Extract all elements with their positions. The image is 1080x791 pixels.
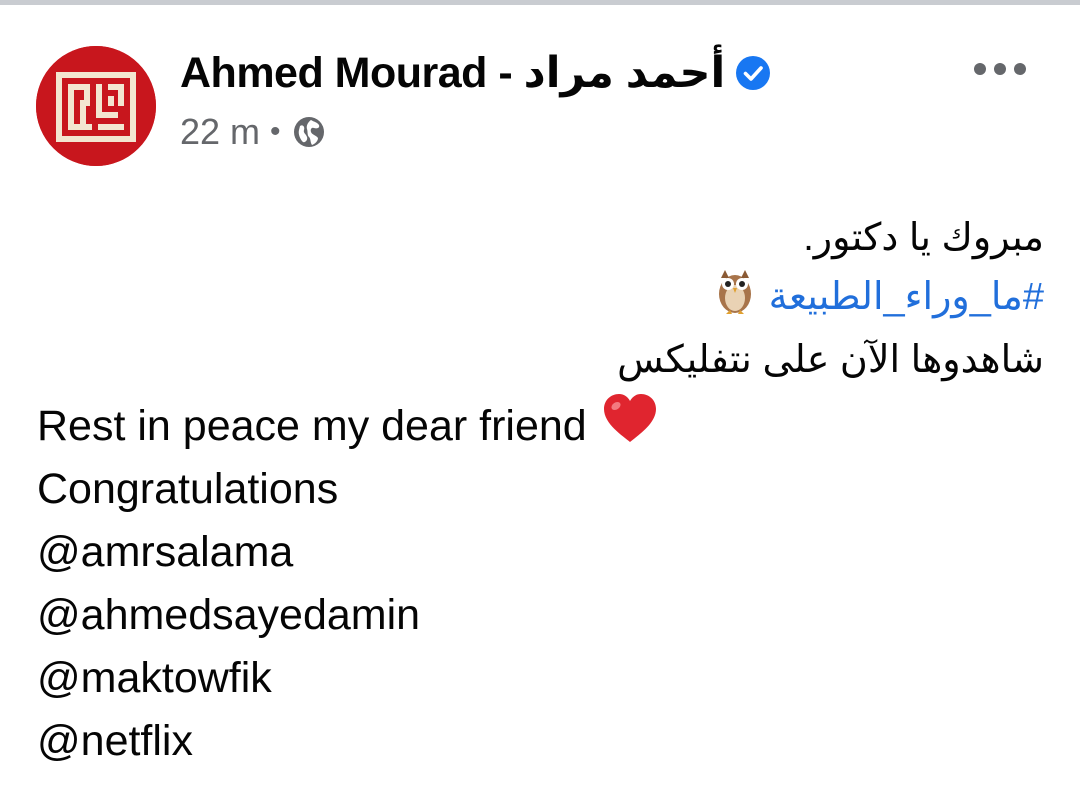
- mention-ahmedsayedamin[interactable]: @ahmedsayedamin: [37, 584, 1037, 647]
- owl-emoji-icon: [712, 266, 758, 332]
- meta-separator: •: [270, 115, 281, 148]
- verified-badge-icon: [735, 55, 771, 91]
- more-options-button[interactable]: [968, 49, 1032, 89]
- more-options-icon: [974, 63, 1026, 75]
- congrats-line: Congratulations: [37, 465, 339, 513]
- hashtag-line: #ما_وراء_الطبيعة: [344, 266, 1044, 332]
- author-avatar[interactable]: [36, 46, 156, 166]
- post-text-arabic: مبروك يا دكتور. #ما_وراء_الطبيعة شاهدوها…: [344, 210, 1044, 388]
- mention-maktowfik[interactable]: @maktowfik: [37, 647, 1037, 710]
- red-heart-emoji-icon: [601, 392, 659, 462]
- globe-icon[interactable]: [291, 114, 327, 150]
- kufic-logo-icon: [36, 46, 156, 166]
- arabic-line-watch: شاهدوها الآن على نتفليكس: [617, 339, 1044, 381]
- mention-amrsalama[interactable]: @amrsalama: [37, 521, 1037, 584]
- rip-line: Rest in peace my dear friend: [37, 393, 1037, 458]
- mention-netflix[interactable]: @netflix: [37, 710, 1037, 773]
- post-text-english: Rest in peace my dear friend Congratulat…: [37, 393, 1037, 773]
- post-timestamp[interactable]: 22 m: [180, 111, 260, 153]
- hashtag-link[interactable]: #ما_وراء_الطبيعة: [769, 276, 1044, 318]
- rip-text: Rest in peace my dear friend: [37, 402, 587, 450]
- arabic-line-congrats: مبروك يا دكتور.: [803, 217, 1044, 259]
- author-header: Ahmed Mourad - أحمد مراد: [180, 45, 771, 101]
- author-name[interactable]: Ahmed Mourad - أحمد مراد: [180, 48, 726, 98]
- facebook-post: Ahmed Mourad - أحمد مراد 22 m • مبروك يا…: [0, 5, 1080, 791]
- post-meta: 22 m •: [180, 111, 327, 153]
